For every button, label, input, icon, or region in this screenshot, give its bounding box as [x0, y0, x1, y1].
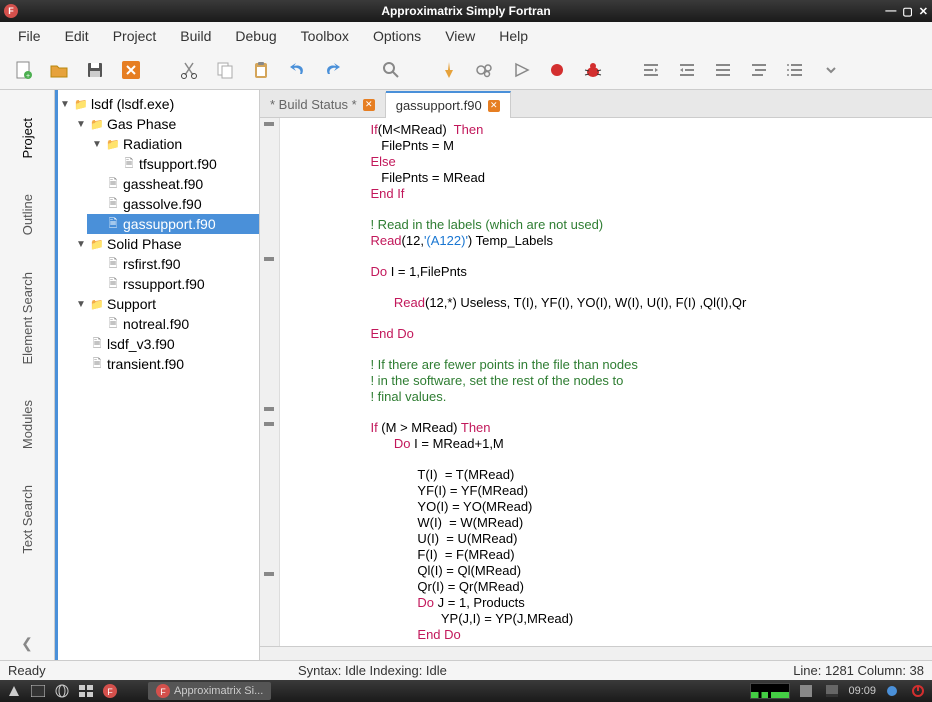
status-syntax: Syntax: Idle Indexing: Idle [298, 663, 744, 678]
fold-gutter[interactable] [260, 118, 280, 646]
close-button[interactable]: ✕ [919, 5, 928, 18]
build-button[interactable] [472, 57, 498, 83]
tree-gasphase[interactable]: ▼📁Gas Phase [71, 114, 259, 134]
taskbar-app-button[interactable]: F Approximatrix Si... [148, 682, 271, 700]
menu-toolbox[interactable]: Toolbox [291, 25, 359, 47]
menu-bar: File Edit Project Build Debug Toolbox Op… [0, 22, 932, 50]
status-position: Line: 1281 Column: 38 [744, 663, 924, 678]
run-button[interactable] [508, 57, 534, 83]
menu-options[interactable]: Options [363, 25, 431, 47]
tab-build-status[interactable]: * Build Status *✕ [260, 92, 386, 117]
tree-notreal[interactable]: 🗎notreal.f90 [87, 314, 259, 334]
browser-icon[interactable] [52, 682, 72, 700]
main-area: Project Outline Element Search Modules T… [0, 90, 932, 660]
close-tab-icon[interactable]: ✕ [363, 99, 375, 111]
svg-text:+: + [26, 73, 30, 80]
notification-icon[interactable] [882, 682, 902, 700]
status-bar: Ready Syntax: Idle Indexing: Idle Line: … [0, 660, 932, 680]
fold-marker-icon[interactable] [264, 257, 274, 261]
indent-l-button[interactable] [638, 57, 664, 83]
close-file-button[interactable] [118, 57, 144, 83]
tray-icon[interactable] [796, 682, 816, 700]
tray-icon[interactable] [822, 682, 842, 700]
editor-area: * Build Status *✕ gassupport.f90✕ If(M<M… [260, 90, 932, 660]
tree-support[interactable]: ▼📁Support [71, 294, 259, 314]
horizontal-scrollbar[interactable] [260, 646, 932, 660]
app-icon: F [4, 4, 18, 18]
tree-gassheat[interactable]: 🗎gassheat.f90 [87, 174, 259, 194]
window-title: Approximatrix Simply Fortran [381, 4, 550, 18]
tree-gassupport[interactable]: 🗎gassupport.f90 [87, 214, 259, 234]
open-file-button[interactable] [46, 57, 72, 83]
minimize-button[interactable]: — [885, 5, 896, 18]
new-file-button[interactable]: + [10, 57, 36, 83]
tree-rssupport[interactable]: 🗎rssupport.f90 [87, 274, 259, 294]
project-panel: ▼📁lsdf (lsdf.exe) ▼📁Gas Phase ▼📁Radiatio… [55, 90, 260, 660]
record-button[interactable] [544, 57, 570, 83]
tree-radiation[interactable]: ▼📁Radiation [87, 134, 259, 154]
tree-lsdfv3[interactable]: 🗎lsdf_v3.f90 [71, 334, 259, 354]
sidetab-modules[interactable]: Modules [16, 382, 39, 467]
menu-build[interactable]: Build [170, 25, 221, 47]
window-titlebar: F Approximatrix Simply Fortran — ▢ ✕ [0, 0, 932, 22]
show-desktop-icon[interactable] [28, 682, 48, 700]
menu-debug[interactable]: Debug [225, 25, 286, 47]
redo-button[interactable] [320, 57, 346, 83]
fold-marker-icon[interactable] [264, 422, 274, 426]
sidetab-element-search[interactable]: Element Search [16, 254, 39, 383]
paste-button[interactable] [248, 57, 274, 83]
fold-marker-icon[interactable] [264, 572, 274, 576]
tree-root[interactable]: ▼📁lsdf (lsdf.exe) [55, 94, 259, 114]
save-button[interactable] [82, 57, 108, 83]
tree-gassolve[interactable]: 🗎gassolve.f90 [87, 194, 259, 214]
indent-r-button[interactable] [674, 57, 700, 83]
tree-rsfirst[interactable]: 🗎rsfirst.f90 [87, 254, 259, 274]
fold-marker-icon[interactable] [264, 122, 274, 126]
tab-gassupport[interactable]: gassupport.f90✕ [386, 91, 511, 118]
svg-text:F: F [107, 687, 113, 697]
close-tab-icon[interactable]: ✕ [488, 100, 500, 112]
debug-button[interactable] [580, 57, 606, 83]
clean-button[interactable] [436, 57, 462, 83]
fold-marker-icon[interactable] [264, 407, 274, 411]
menu-help[interactable]: Help [489, 25, 538, 47]
undo-button[interactable] [284, 57, 310, 83]
status-ready: Ready [8, 663, 298, 678]
side-tab-bar: Project Outline Element Search Modules T… [0, 90, 55, 660]
search-button[interactable] [378, 57, 404, 83]
cpu-graph-icon[interactable] [750, 683, 790, 699]
cut-button[interactable] [176, 57, 202, 83]
code-editor[interactable]: If(M<MRead) Then FilePnts = M Else FileP… [280, 118, 932, 646]
clock[interactable]: 09:09 [848, 685, 876, 697]
sidetab-outline[interactable]: Outline [16, 176, 39, 253]
list-button[interactable] [782, 57, 808, 83]
tree-solidphase[interactable]: ▼📁Solid Phase [71, 234, 259, 254]
collapse-icon[interactable]: ❮ [21, 635, 33, 652]
menu-view[interactable]: View [435, 25, 485, 47]
toolbar: + [0, 50, 932, 90]
format-button[interactable] [746, 57, 772, 83]
fortran-tray-icon[interactable]: F [100, 682, 120, 700]
start-menu-icon[interactable] [4, 682, 24, 700]
tree-tfsupport[interactable]: 🗎tfsupport.f90 [103, 154, 259, 174]
maximize-button[interactable]: ▢ [902, 5, 912, 18]
svg-text:F: F [160, 687, 166, 697]
editor-tabs: * Build Status *✕ gassupport.f90✕ [260, 90, 932, 118]
tree-transient[interactable]: 🗎transient.f90 [71, 354, 259, 374]
sidetab-text-search[interactable]: Text Search [16, 467, 39, 572]
power-icon[interactable] [908, 682, 928, 700]
windows-icon[interactable] [76, 682, 96, 700]
sidetab-project[interactable]: Project [16, 100, 39, 176]
outdent-button[interactable] [710, 57, 736, 83]
menu-project[interactable]: Project [103, 25, 167, 47]
menu-file[interactable]: File [8, 25, 51, 47]
os-taskbar: F F Approximatrix Si... 09:09 [0, 680, 932, 702]
dropdown-button[interactable] [818, 57, 844, 83]
menu-edit[interactable]: Edit [55, 25, 99, 47]
copy-button[interactable] [212, 57, 238, 83]
